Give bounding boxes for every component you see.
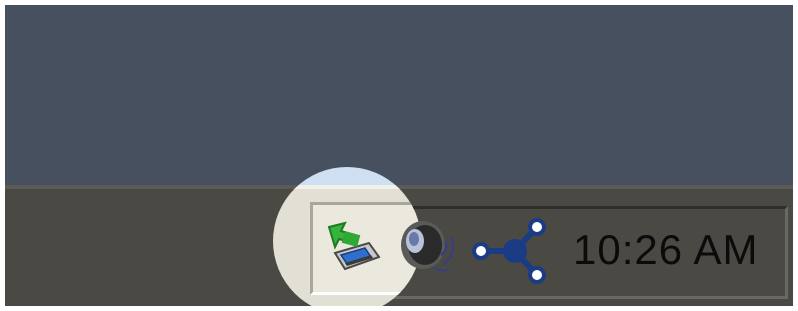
- desktop-area[interactable]: [5, 5, 793, 185]
- network-icon[interactable]: [471, 215, 549, 287]
- screenshot-frame: 10:26 AM: [5, 5, 793, 306]
- taskbar-clock[interactable]: 10:26 AM: [573, 227, 758, 273]
- volume-icon[interactable]: [395, 215, 459, 279]
- safely-remove-hardware-icon[interactable]: [321, 213, 383, 275]
